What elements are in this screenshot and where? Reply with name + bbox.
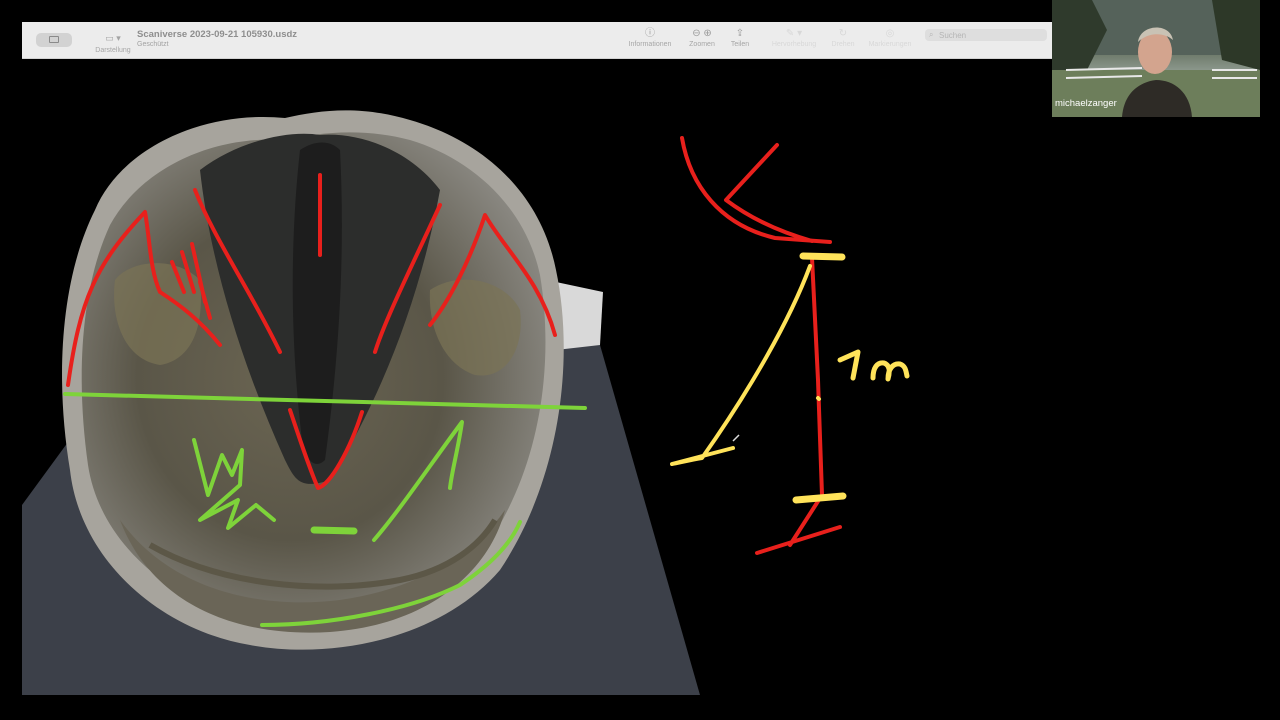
highlight-label: Hervorhebung — [771, 41, 817, 48]
view-mode-icon: ▭ ▾ — [105, 33, 121, 43]
markup-icon: ◎ — [885, 28, 895, 39]
document-subtitle: Geschützt — [137, 41, 169, 48]
sidebar-toggle-button[interactable] — [36, 33, 72, 47]
rotate-label: Drehen — [831, 41, 855, 48]
rotate-icon: ↻ — [838, 28, 848, 39]
yellow-1m-stroke-1 — [837, 349, 861, 381]
yellow-top-bar — [799, 252, 846, 261]
zoom-button[interactable]: ⊖ ⊕ Zoomen — [682, 28, 722, 49]
sidebar-icon — [49, 36, 59, 43]
red-dimension-line — [810, 256, 824, 497]
search-icon: ⌕ — [929, 30, 934, 39]
search-input[interactable] — [939, 29, 1039, 41]
annotation-tail-white — [732, 434, 740, 442]
webcam-overlay: michaelzanger — [1052, 0, 1260, 117]
preview-toolbar: ▭ ▾ Darstellung Scaniverse 2023-09-21 10… — [22, 22, 1052, 59]
view-mode-label: Darstellung — [95, 47, 131, 54]
red-angle-line — [724, 143, 814, 243]
green-center-dash — [310, 526, 358, 535]
yellow-1m-stroke-2 — [870, 360, 910, 382]
red-dimension-cross — [755, 493, 842, 555]
yellow-diagonal — [670, 264, 812, 466]
red-angle-arc — [680, 136, 832, 244]
share-icon: ⇪ — [735, 28, 745, 39]
share-label: Teilen — [730, 41, 750, 48]
zoom-label: Zoomen — [689, 41, 715, 48]
highlight-icon: ✎ ▾ — [785, 28, 803, 39]
yellow-dot — [816, 396, 821, 401]
participant-name: michaelzanger — [1055, 98, 1117, 109]
info-label: Informationen — [628, 41, 672, 48]
highlight-button[interactable]: ✎ ▾ Hervorhebung — [764, 28, 824, 49]
markup-label: Markierungen — [868, 41, 912, 48]
markup-button[interactable]: ◎ Markierungen — [864, 28, 916, 49]
hoof-scan-image — [62, 110, 564, 650]
document-title: Scaniverse 2023-09-21 105930.usdz — [137, 29, 298, 40]
yellow-annotations — [670, 252, 910, 504]
info-button[interactable]: ⓘ Informationen — [620, 28, 680, 49]
rotate-button[interactable]: ↻ Drehen — [828, 28, 858, 49]
share-button[interactable]: ⇪ Teilen — [724, 28, 756, 49]
info-icon: ⓘ — [645, 28, 655, 39]
view-mode-button[interactable]: ▭ ▾ Darstellung — [88, 28, 138, 55]
search-field[interactable]: ⌕ — [925, 29, 1047, 41]
zoom-icon: ⊖ ⊕ — [692, 28, 712, 39]
yellow-bottom-bar — [792, 492, 847, 504]
